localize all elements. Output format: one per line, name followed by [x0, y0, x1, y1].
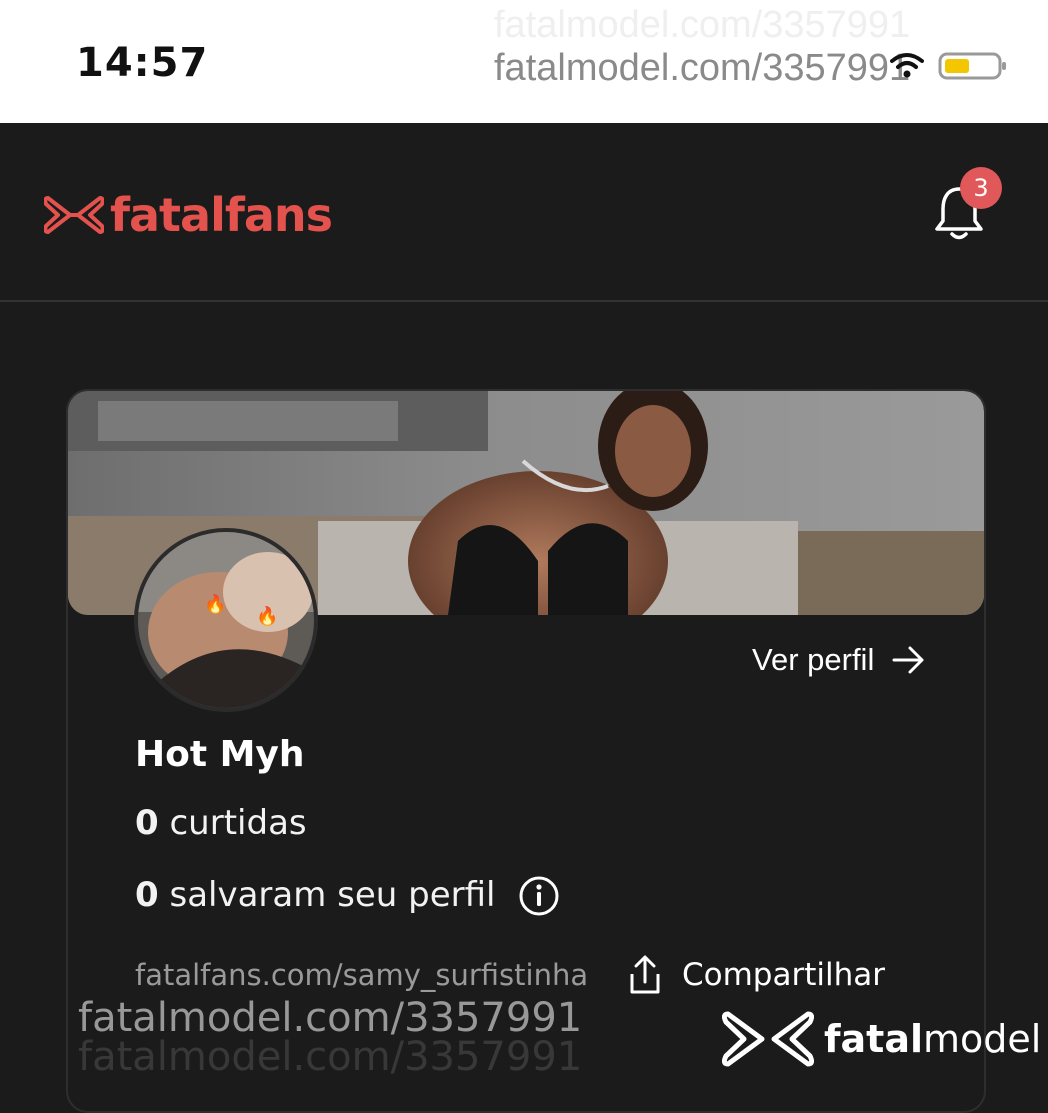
- saves-label: salvaram seu perfil: [169, 875, 496, 915]
- battery-icon: [938, 52, 1006, 80]
- svg-text:🔥: 🔥: [204, 593, 226, 614]
- app-header: fatalfans 3: [0, 123, 1048, 302]
- info-icon[interactable]: [518, 875, 560, 917]
- view-profile-label: Ver perfil: [752, 642, 875, 677]
- svg-text:🔥: 🔥: [256, 605, 278, 626]
- status-time: 14:57: [76, 40, 209, 86]
- butterfly-logo-icon: [44, 196, 104, 234]
- butterfly-watermark-icon: [722, 1011, 814, 1067]
- saves-stat: 0 salvaram seu perfil: [135, 875, 496, 915]
- status-bar: fatalmodel.com/3357991 14:57 fatalmodel.…: [0, 0, 1048, 123]
- view-profile-link[interactable]: Ver perfil: [752, 642, 926, 678]
- wifi-icon: [890, 53, 924, 78]
- share-label: Compartilhar: [682, 957, 885, 993]
- logo-text: fatalfans: [110, 188, 333, 242]
- profile-avatar[interactable]: 🔥 🔥: [134, 528, 318, 712]
- likes-count: 0: [135, 803, 159, 843]
- status-url-watermark: fatalmodel.com/3357991: [494, 47, 911, 89]
- notification-count-badge: 3: [960, 167, 1002, 209]
- profile-name: Hot Myh: [135, 734, 305, 775]
- fatalmodel-watermark-logo: fatalmodel: [722, 1008, 1041, 1070]
- arrow-right-icon: [892, 646, 924, 674]
- share-button[interactable]: Compartilhar: [626, 954, 885, 996]
- watermark-url-secondary: fatalmodel.com/3357991: [78, 1034, 583, 1080]
- likes-label: curtidas: [169, 803, 307, 843]
- profile-url[interactable]: fatalfans.com/samy_surfistinha: [135, 958, 588, 992]
- share-icon: [630, 955, 660, 994]
- fatalmodel-watermark-text: fatalmodel: [824, 1017, 1042, 1061]
- saves-count: 0: [135, 875, 159, 915]
- likes-stat: 0 curtidas: [135, 803, 307, 843]
- status-url-ghost-watermark: fatalmodel.com/3357991: [494, 4, 911, 46]
- fatalfans-logo[interactable]: fatalfans: [44, 188, 333, 242]
